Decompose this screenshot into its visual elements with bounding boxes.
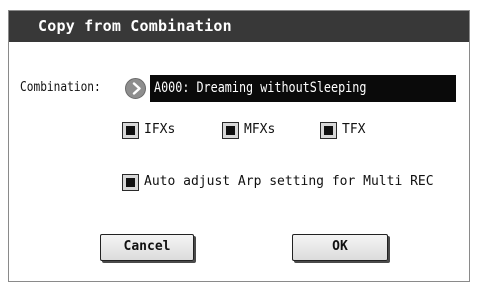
- tfx-label: TFX: [342, 122, 366, 137]
- combination-select-button[interactable]: [125, 78, 146, 99]
- dialog-title: Copy from Combination: [38, 17, 232, 35]
- cancel-button-label: Cancel: [123, 239, 171, 254]
- auto-adjust-arp-checkbox[interactable]: [122, 174, 139, 191]
- checkbox-checked-mark: [126, 178, 135, 187]
- cancel-button[interactable]: Cancel: [100, 234, 194, 261]
- ifxs-checkbox[interactable]: [122, 122, 139, 139]
- combination-value: A000: Dreaming withoutSleeping: [154, 80, 367, 96]
- combination-label: Combination:: [20, 80, 101, 95]
- auto-adjust-arp-label: Auto adjust Arp setting for Multi REC: [144, 174, 434, 189]
- mfxs-checkbox[interactable]: [222, 122, 239, 139]
- tfx-checkbox[interactable]: [320, 122, 337, 139]
- checkbox-checked-mark: [226, 126, 235, 135]
- mfxs-label: MFXs: [244, 122, 276, 137]
- checkbox-checked-mark: [324, 126, 333, 135]
- dialog-titlebar: Copy from Combination: [9, 11, 469, 42]
- chevron-right-circle-icon: [132, 82, 141, 95]
- ok-button[interactable]: OK: [292, 234, 388, 261]
- copy-from-combination-dialog: Copy from Combination Combination: A000:…: [8, 10, 470, 282]
- ok-button-label: OK: [332, 239, 348, 254]
- ifxs-label: IFXs: [144, 122, 176, 137]
- combination-value-field[interactable]: A000: Dreaming withoutSleeping: [150, 75, 456, 102]
- checkbox-checked-mark: [126, 126, 135, 135]
